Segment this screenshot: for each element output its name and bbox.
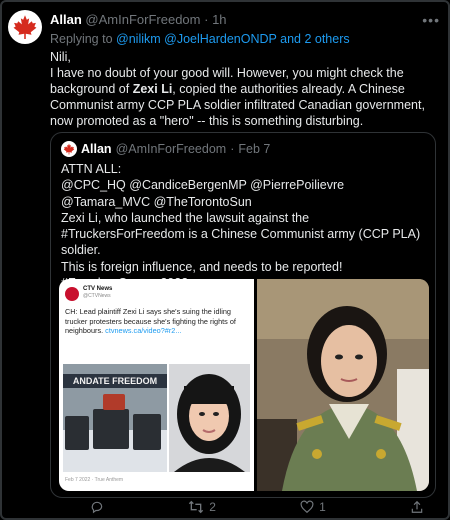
woman-portrait-icon [169, 364, 250, 472]
quote-line: Zexi Li, who launched the lawsuit agains… [61, 210, 421, 258]
quoted-tweet[interactable]: Allan @AmInForFreedom · Feb 7 ATTN ALL: … [50, 132, 436, 498]
tweet-header: Allan @AmInForFreedom · 1h [50, 12, 418, 27]
truck-shape [65, 416, 89, 450]
reply-button[interactable] [90, 498, 104, 516]
action-bar: 2 1 [50, 498, 434, 516]
replying-to: Replying to @nilikm @JoelHardenONDP and … [50, 32, 350, 46]
ctv-logo [65, 287, 79, 301]
share-icon [411, 500, 423, 513]
quote-avatar [61, 141, 77, 157]
separator: · [230, 142, 235, 156]
ctv-link: ctvnews.ca/video?#r2... [105, 326, 182, 335]
quote-header: Allan @AmInForFreedom · Feb 7 [61, 141, 270, 157]
replying-targets[interactable]: @nilikm @JoelHardenONDP and 2 others [116, 32, 350, 46]
tweet-body: Nili, I have no doubt of your good will.… [50, 49, 436, 129]
more-options-icon[interactable]: ••• [422, 12, 440, 28]
media-image-news-screenshot[interactable]: CTV News @CTVNews CH: Lead plaintiff Zex… [59, 279, 254, 491]
tweet-time[interactable]: 1h [212, 12, 226, 27]
heart-icon [300, 500, 314, 514]
body-paragraph: I have no doubt of your good will. Howev… [50, 65, 436, 129]
ctv-footer: Feb 7 2022 · True Anthem [65, 477, 124, 483]
body-bold-name: Zexi Li [132, 82, 173, 96]
author-name[interactable]: Allan [50, 12, 82, 27]
truck-shape [133, 414, 161, 450]
retweet-icon [189, 500, 204, 514]
quote-author-name: Allan [81, 142, 112, 156]
quote-line: @CPC_HQ @CandiceBergenMP @PierrePoilievr… [61, 178, 345, 209]
maple-leaf-icon [63, 143, 75, 155]
retweet-count: 2 [209, 500, 216, 514]
like-count: 1 [319, 500, 326, 514]
interview-photo [169, 364, 250, 472]
media-grid: CTV News @CTVNews CH: Lead plaintiff Zex… [59, 279, 429, 491]
truck-shape [103, 394, 125, 410]
soldier-portrait-icon [257, 279, 429, 491]
truck-shape [93, 409, 129, 449]
ctv-account: CTV News [83, 286, 113, 292]
retweet-button[interactable]: 2 [188, 498, 216, 516]
tweet-card[interactable]: Allan @AmInForFreedom · 1h ••• Replying … [0, 0, 450, 520]
quote-line: ATTN ALL: [61, 162, 122, 176]
author-handle[interactable]: @AmInForFreedom [85, 12, 200, 27]
media-image-portrait[interactable] [257, 279, 429, 491]
separator: · [204, 12, 209, 27]
quote-author-handle: @AmInForFreedom [115, 142, 227, 156]
truck-protest-photo: ANDATE FREEDOM [63, 364, 167, 472]
quote-body: ATTN ALL: @CPC_HQ @CandiceBergenMP @Pier… [61, 161, 427, 291]
protest-sign: ANDATE FREEDOM [63, 374, 167, 388]
body-line: Nili, [50, 50, 71, 64]
replying-prefix: Replying to [50, 32, 113, 46]
ctv-handle: @CTVNews [83, 293, 111, 299]
maple-leaf-icon [13, 15, 37, 39]
share-button[interactable] [410, 498, 424, 516]
avatar[interactable] [8, 10, 42, 44]
quote-date: Feb 7 [238, 142, 271, 156]
like-button[interactable]: 1 [300, 498, 326, 516]
reply-icon [91, 501, 103, 514]
quote-line: This is foreign influence, and needs to … [61, 259, 343, 274]
ctv-text: CH: Lead plaintiff Zexi Li says she's su… [65, 307, 248, 336]
